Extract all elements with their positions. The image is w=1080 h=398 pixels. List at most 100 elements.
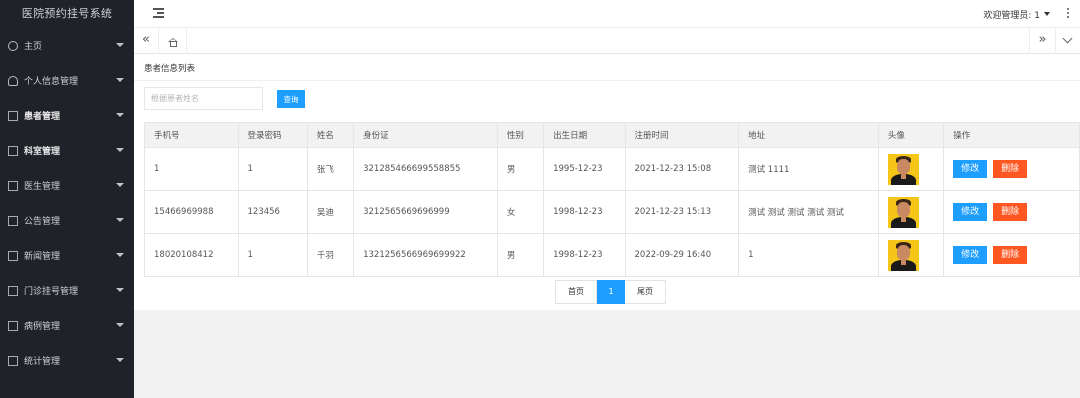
avatar bbox=[887, 153, 919, 185]
page-tabs-bar: « » bbox=[134, 28, 1080, 54]
caret-down-icon[interactable] bbox=[116, 148, 124, 152]
card-divider bbox=[134, 80, 1080, 81]
column-header-actions: 操作 bbox=[943, 122, 1080, 148]
caret-down-icon[interactable] bbox=[116, 183, 124, 187]
cell-name: 吴迪 bbox=[306, 190, 355, 234]
app-logo-title: 医院预约挂号系统 bbox=[21, 7, 113, 20]
cell-gender: 男 bbox=[496, 147, 545, 191]
cell-name: 千羽 bbox=[306, 233, 355, 277]
patient-name-search-input[interactable] bbox=[144, 87, 263, 110]
caret-down-icon[interactable] bbox=[116, 288, 124, 292]
sidebar-item[interactable]: 统计管理 bbox=[0, 343, 134, 378]
cell-registered: 2022-09-29 16:40 bbox=[624, 233, 740, 277]
sidebar-item[interactable]: 病例管理 bbox=[0, 308, 134, 343]
patient-table: 手机号 登录密码 姓名 身份证 性别 出生日期 注册时间 地址 头像 操作 11… bbox=[144, 122, 1080, 277]
delete-button[interactable]: 删除 bbox=[993, 203, 1028, 221]
cell-password: 1 bbox=[237, 147, 308, 191]
file-icon bbox=[8, 180, 18, 191]
user-icon bbox=[8, 75, 18, 86]
column-header-password: 登录密码 bbox=[237, 122, 308, 148]
sidebar-item-label: 主页 bbox=[24, 42, 43, 52]
cell-actions: 修改 删除 bbox=[943, 190, 1080, 234]
sidebar-item[interactable]: 主页 bbox=[0, 28, 134, 63]
cell-address: 测试 测试 测试 测试 测试 bbox=[738, 190, 879, 234]
avatar bbox=[887, 196, 919, 228]
sidebar-item-label: 新闻管理 bbox=[24, 252, 61, 262]
sidebar-item[interactable]: 医生管理 bbox=[0, 168, 134, 203]
table-body: 1 1 张飞 321285466699558855 男 1995-12-23 2021-12… bbox=[144, 147, 1080, 277]
column-header-birth: 出生日期 bbox=[543, 122, 626, 148]
caret-down-icon[interactable] bbox=[116, 253, 124, 257]
sidebar-item-label: 公告管理 bbox=[24, 217, 61, 227]
sidebar-item[interactable]: 个人信息管理 bbox=[0, 63, 134, 98]
column-header-phone: 手机号 bbox=[144, 122, 239, 148]
sidebar-item-label: 科室管理 bbox=[24, 147, 61, 157]
tabs-menu-chevron-down-icon[interactable] bbox=[1055, 28, 1080, 54]
cell-actions: 修改 删除 bbox=[943, 147, 1080, 191]
caret-down-icon[interactable] bbox=[1044, 12, 1050, 16]
cell-avatar bbox=[877, 233, 945, 277]
avatar bbox=[887, 239, 919, 271]
sidebar-item[interactable]: 患者管理 bbox=[0, 98, 134, 133]
file-icon bbox=[8, 285, 18, 296]
cell-birth: 1998-12-23 bbox=[543, 190, 626, 234]
search-button[interactable]: 查询 bbox=[277, 90, 305, 108]
sidebar-menu: 主页个人信息管理 患者管理科室管理医生管理公告管理新闻管理门诊挂号管理 病例管理统计… bbox=[0, 28, 134, 378]
tabs-scroll-left-icon[interactable]: « bbox=[134, 28, 159, 54]
cell-gender: 男 bbox=[496, 233, 545, 277]
collapse-menu-icon[interactable] bbox=[153, 8, 164, 18]
file-icon bbox=[8, 215, 18, 226]
column-header-registered: 注册时间 bbox=[624, 122, 740, 148]
more-vertical-icon[interactable] bbox=[1067, 8, 1070, 20]
file-icon bbox=[8, 145, 18, 156]
file-icon bbox=[8, 250, 18, 261]
cell-address: 测试 1111 bbox=[738, 147, 879, 191]
top-header: 欢迎管理员: 1 bbox=[134, 0, 1080, 28]
cell-registered: 2021-12-23 15:08 bbox=[624, 147, 740, 191]
cell-avatar bbox=[877, 190, 945, 234]
cell-avatar bbox=[877, 147, 945, 191]
cell-birth: 1995-12-23 bbox=[543, 147, 626, 191]
current-page-link[interactable]: 1 bbox=[597, 280, 625, 304]
sidebar-item-label: 统计管理 bbox=[24, 357, 61, 367]
caret-down-icon[interactable] bbox=[116, 78, 124, 82]
edit-button[interactable]: 修改 bbox=[953, 246, 988, 264]
sidebar-item[interactable]: 门诊挂号管理 bbox=[0, 273, 134, 308]
table-row: 1 1 张飞 321285466699558855 男 1995-12-23 2021-12… bbox=[144, 147, 1080, 191]
sidebar-item-label: 医生管理 bbox=[24, 182, 61, 192]
file-icon bbox=[8, 110, 18, 121]
column-header-name: 姓名 bbox=[306, 122, 355, 148]
sidebar-item-label: 病例管理 bbox=[24, 322, 61, 332]
cell-actions: 修改 删除 bbox=[943, 233, 1080, 277]
caret-down-icon[interactable] bbox=[116, 43, 124, 47]
edit-button[interactable]: 修改 bbox=[953, 160, 988, 178]
edit-button[interactable]: 修改 bbox=[953, 203, 988, 221]
cell-password: 123456 bbox=[237, 190, 308, 234]
sidebar-item[interactable]: 新闻管理 bbox=[0, 238, 134, 273]
cell-idcard: 3212565669696999 bbox=[353, 190, 498, 234]
table-row: 18020108412 1 千羽 1321256566969699922 男 1998-1… bbox=[144, 233, 1080, 277]
cell-phone: 15466969988 bbox=[144, 190, 239, 234]
first-page-link[interactable]: 首页 bbox=[555, 280, 597, 304]
last-page-link[interactable]: 尾页 bbox=[625, 280, 666, 304]
caret-down-icon[interactable] bbox=[116, 358, 124, 362]
tab-home[interactable] bbox=[159, 28, 187, 54]
delete-button[interactable]: 删除 bbox=[993, 160, 1028, 178]
caret-down-icon[interactable] bbox=[116, 218, 124, 222]
sidebar-item-label: 门诊挂号管理 bbox=[24, 287, 79, 297]
cell-idcard: 1321256566969699922 bbox=[353, 233, 498, 277]
delete-button[interactable]: 删除 bbox=[993, 246, 1028, 264]
sidebar-item[interactable]: 科室管理 bbox=[0, 133, 134, 168]
caret-down-icon[interactable] bbox=[116, 113, 124, 117]
cell-name: 张飞 bbox=[306, 147, 355, 191]
cell-birth: 1998-12-23 bbox=[543, 233, 626, 277]
welcome-user-menu[interactable]: 欢迎管理员: 1 bbox=[983, 8, 1040, 21]
dashboard-icon bbox=[8, 40, 18, 51]
cell-gender: 女 bbox=[496, 190, 545, 234]
caret-down-icon[interactable] bbox=[116, 323, 124, 327]
table-row: 15466969988 123456 吴迪 3212565669696999 女 1998… bbox=[144, 190, 1080, 234]
cell-registered: 2021-12-23 15:13 bbox=[624, 190, 740, 234]
column-header-avatar: 头像 bbox=[877, 122, 945, 148]
tabs-scroll-right-icon[interactable]: » bbox=[1029, 28, 1055, 54]
sidebar-item[interactable]: 公告管理 bbox=[0, 203, 134, 238]
